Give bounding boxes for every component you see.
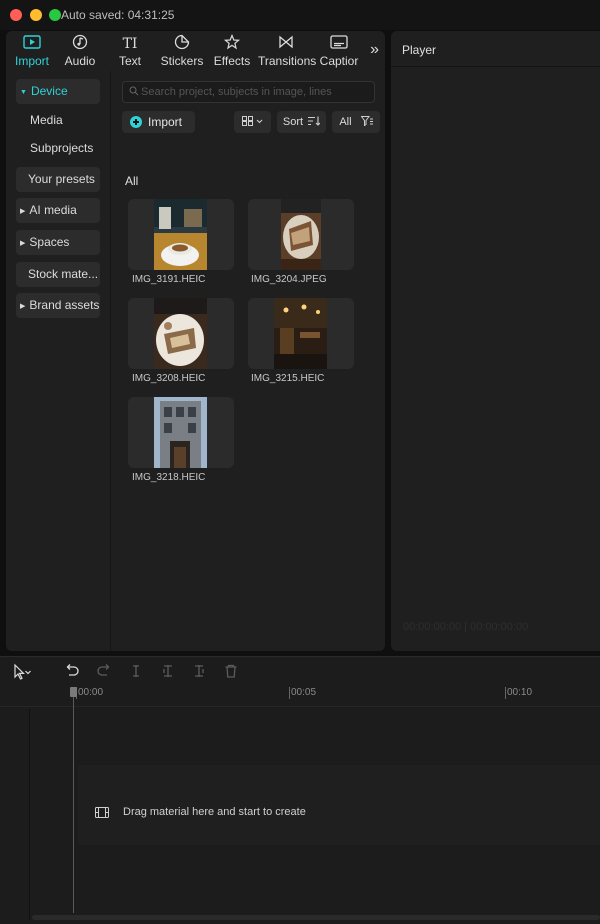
photo-coffee-cup <box>154 199 207 270</box>
tab-import[interactable]: Import <box>10 31 54 71</box>
media-panel: Import Audio TI Text Stickers Effects Tr… <box>6 31 385 651</box>
media-thumbnail[interactable] <box>128 199 234 270</box>
tab-transitions[interactable]: Transitions <box>258 31 316 71</box>
main-track-dropzone[interactable] <box>78 765 600 845</box>
stickers-icon <box>157 34 207 54</box>
autosave-status: Auto saved: 04:31:25 <box>61 8 175 22</box>
media-filename: IMG_3218.HEIC <box>132 472 206 483</box>
search-box <box>122 81 375 103</box>
tab-captions[interactable]: Captior <box>318 31 360 71</box>
text-icon: TI <box>122 36 138 52</box>
transitions-icon <box>258 34 314 54</box>
player-header: Player <box>391 31 600 67</box>
sidebar-item-brand-assets[interactable]: ▶ Brand assets <box>16 293 100 318</box>
playhead[interactable] <box>70 687 77 913</box>
sidebar-item-subprojects[interactable]: Subprojects <box>16 136 100 161</box>
search-icon <box>129 86 139 96</box>
timeline-panel: 00:00 00:05 00:10 Drag material here and… <box>0 656 600 924</box>
import-button[interactable]: Import <box>122 111 195 133</box>
close-window-button[interactable] <box>10 9 22 21</box>
split-right-icon[interactable] <box>191 663 209 681</box>
folder-label: All <box>125 174 139 188</box>
tab-audio[interactable]: Audio <box>58 31 102 71</box>
media-thumbnail[interactable] <box>128 397 234 468</box>
search-input[interactable] <box>141 84 371 100</box>
plus-circle-icon <box>130 116 142 128</box>
media-thumbnail[interactable] <box>128 298 234 369</box>
media-content: Import Sort All All IMG_3191.HEIC <box>112 71 385 651</box>
photo-dessert-plate <box>281 199 321 270</box>
split-icon[interactable] <box>128 663 146 681</box>
media-filename: IMG_3204.JPEG <box>251 274 327 285</box>
sidebar-item-spaces[interactable]: ▶ Spaces <box>16 230 100 255</box>
player-timecode: 00:00:00:00 | 00:00:00:00 <box>403 621 529 633</box>
caret-right-icon: ▶ <box>20 208 26 215</box>
split-left-icon[interactable] <box>160 663 178 681</box>
asset-toolbar: Import Audio TI Text Stickers Effects Tr… <box>6 31 385 71</box>
film-icon <box>95 807 109 818</box>
caret-right-icon: ▶ <box>20 303 26 310</box>
tab-stickers[interactable]: Stickers <box>157 31 207 71</box>
import-icon <box>10 34 54 54</box>
minimize-window-button[interactable] <box>30 9 42 21</box>
time-tick: 00:00 <box>75 687 104 699</box>
media-thumbnail[interactable] <box>248 298 354 369</box>
media-filename: IMG_3191.HEIC <box>132 274 206 285</box>
sort-icon <box>308 116 321 126</box>
timeline-ruler[interactable]: 00:00 00:05 00:10 <box>0 685 600 707</box>
tab-text[interactable]: TI Text <box>110 31 150 71</box>
title-bar: Auto saved: 04:31:25 <box>0 0 600 30</box>
player-panel: Player 00:00:00:00 | 00:00:00:00 <box>391 31 600 651</box>
sidebar-item-media[interactable]: Media <box>16 108 100 133</box>
undo-icon[interactable] <box>64 663 82 681</box>
time-tick: 00:05 <box>288 687 317 699</box>
more-tabs-icon[interactable]: » <box>370 41 379 59</box>
captions-icon <box>318 34 360 54</box>
media-filename: IMG_3215.HEIC <box>251 373 325 384</box>
photo-cafe-interior <box>274 298 327 369</box>
media-filename: IMG_3208.HEIC <box>132 373 206 384</box>
caret-down-icon: ▼ <box>20 89 27 96</box>
sidebar-item-ai-media[interactable]: ▶ AI media <box>16 198 100 223</box>
view-mode-button[interactable] <box>234 111 271 133</box>
tab-effects[interactable]: Effects <box>210 31 254 71</box>
filter-icon <box>360 116 373 127</box>
timeline-scrollbar[interactable] <box>32 915 600 920</box>
photo-building-facade <box>154 397 207 468</box>
select-tool-icon[interactable] <box>12 663 31 681</box>
audio-icon <box>58 34 102 54</box>
filter-button[interactable]: All <box>332 111 380 133</box>
track-divider <box>29 709 30 921</box>
drag-hint: Drag material here and start to create <box>123 806 306 818</box>
sort-button[interactable]: Sort <box>277 111 326 133</box>
caret-right-icon: ▶ <box>20 240 26 247</box>
sidebar-item-your-presets[interactable]: Your presets <box>16 167 100 192</box>
maximize-window-button[interactable] <box>49 9 61 21</box>
player-title: Player <box>402 43 437 57</box>
time-tick: 00:10 <box>504 687 533 699</box>
sidebar-item-stock-material[interactable]: Stock mate... <box>16 262 100 287</box>
media-sidebar: ▼ Device Media Subprojects Your presets ▶… <box>6 71 111 651</box>
redo-icon[interactable] <box>96 663 114 681</box>
delete-icon[interactable] <box>223 663 241 681</box>
media-thumbnail[interactable] <box>248 199 354 270</box>
grid-view-icon <box>241 116 262 126</box>
photo-food-plate <box>154 298 207 369</box>
effects-icon <box>210 33 254 54</box>
sidebar-item-device[interactable]: ▼ Device <box>16 79 100 104</box>
